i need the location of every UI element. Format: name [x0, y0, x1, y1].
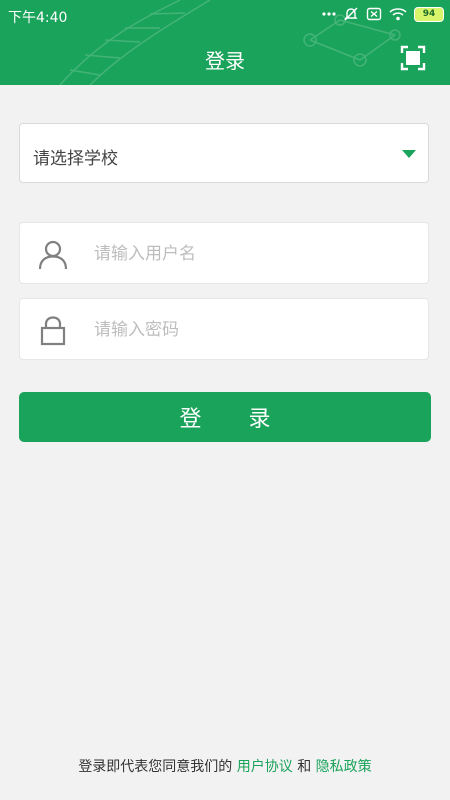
lock-icon: [40, 316, 66, 346]
wifi-icon: [389, 8, 407, 21]
status-time: 下午4:40: [8, 10, 68, 26]
dropdown-arrow-icon: [402, 150, 416, 158]
mute-alarm-icon: [344, 7, 358, 21]
password-field[interactable]: [19, 298, 429, 360]
agreement-and: 和: [297, 759, 312, 775]
sim-off-icon: [366, 7, 382, 21]
school-select[interactable]: 请选择学校: [19, 123, 429, 183]
page-title: 登录: [205, 49, 245, 73]
username-field[interactable]: [19, 222, 429, 284]
agreement-footer: 登录即代表您同意我们的 用户协议 和 隐私政策: [0, 756, 450, 776]
school-select-value: 请选择学校: [33, 149, 118, 169]
scan-icon[interactable]: [400, 45, 426, 71]
dots-icon: [322, 12, 336, 16]
agreement-prefix: 登录即代表您同意我们的: [78, 759, 233, 775]
password-input[interactable]: [92, 313, 416, 347]
app-header: 下午4:40 94 登录: [0, 0, 450, 85]
privacy-policy-link[interactable]: 隐私政策: [316, 759, 372, 775]
user-icon: [38, 240, 68, 270]
battery-icon: 94: [414, 6, 444, 22]
username-input[interactable]: [92, 237, 416, 271]
status-icons: 94: [322, 6, 444, 22]
status-bar: 下午4:40 94: [0, 0, 450, 30]
user-agreement-link[interactable]: 用户协议: [237, 759, 293, 775]
login-button[interactable]: 登 录: [19, 392, 431, 442]
